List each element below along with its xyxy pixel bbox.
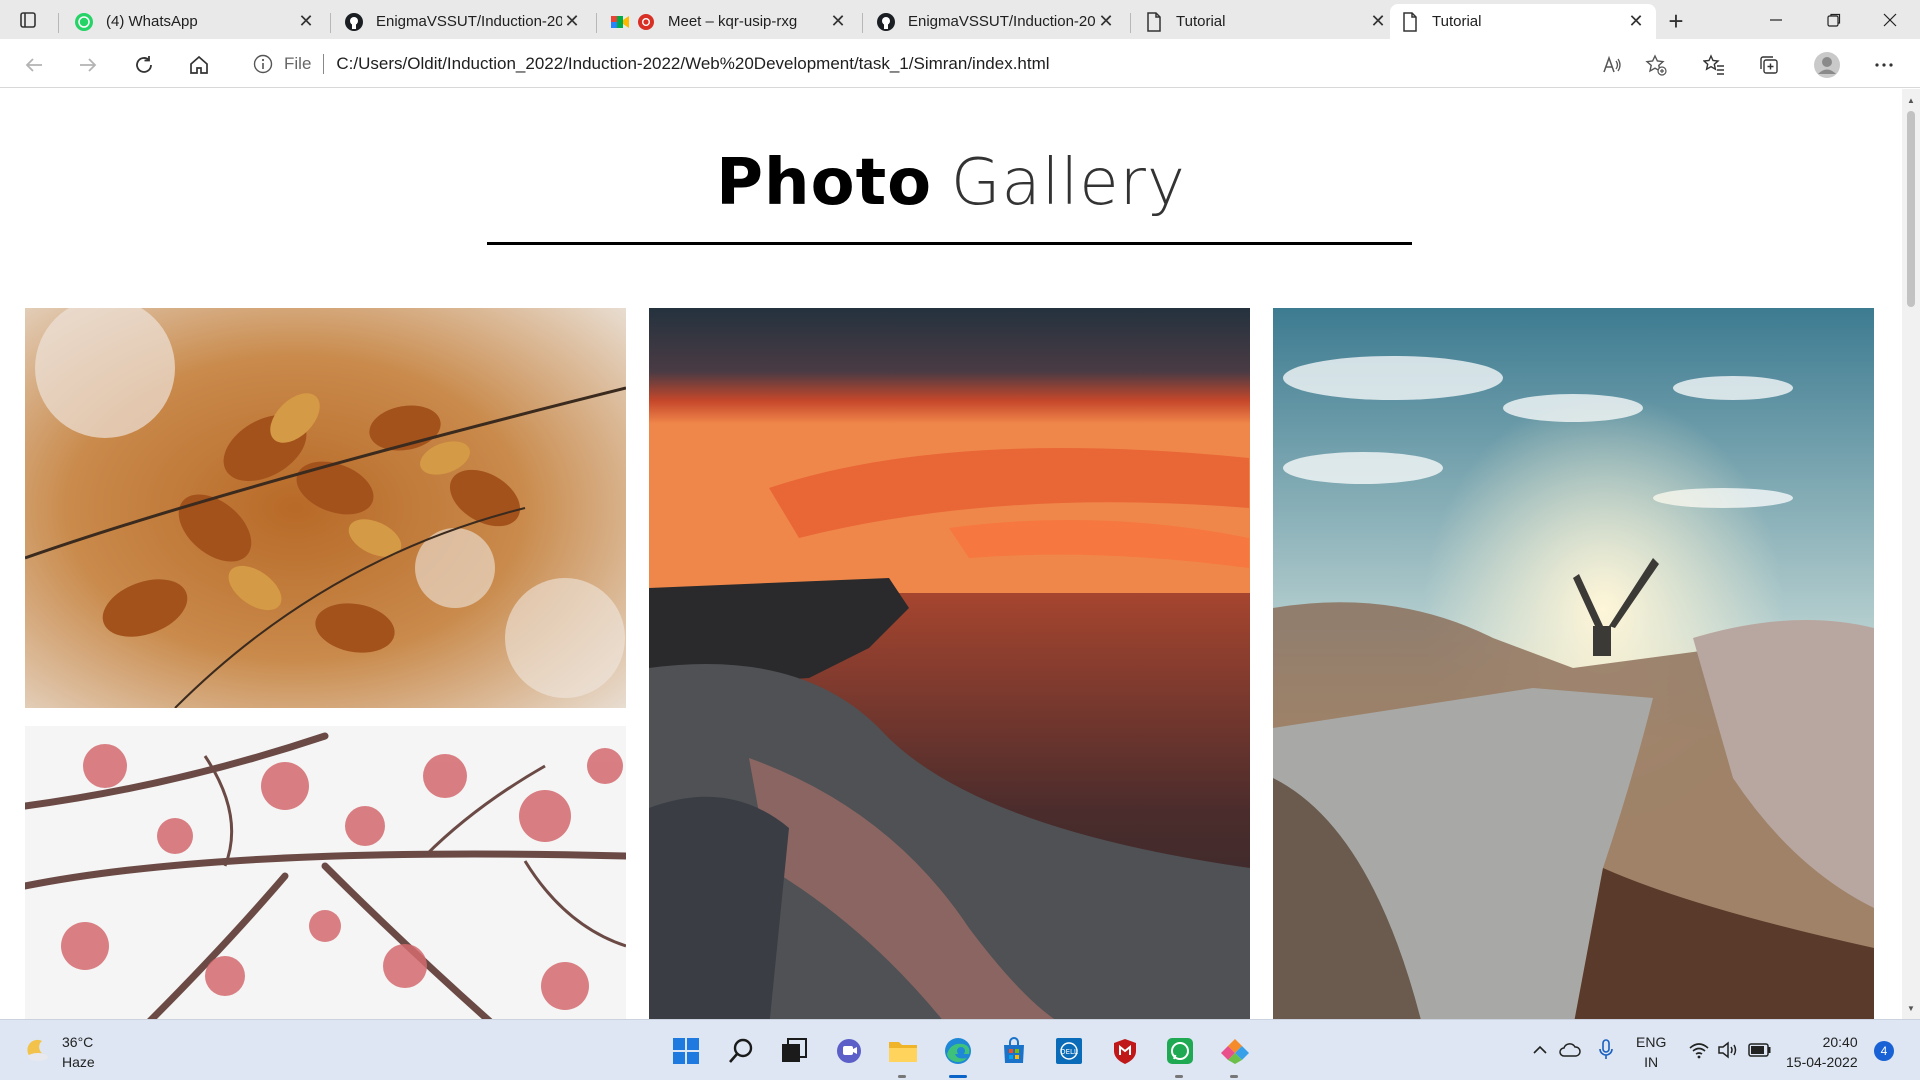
battery-icon[interactable]	[1748, 1038, 1772, 1062]
document-icon	[1400, 11, 1420, 32]
github-icon	[876, 12, 896, 32]
app-running-indicator	[898, 1075, 906, 1078]
photo-autumn-leaves[interactable]	[25, 308, 626, 708]
add-favorite-icon[interactable]	[1640, 49, 1672, 81]
address-bar[interactable]: File C:/Users/Oldit/Induction_2022/Induc…	[236, 45, 1672, 82]
windows-taskbar: 36°C Haze DELL ENG IN 20:40 15-04-2022 4	[0, 1019, 1920, 1080]
close-window-button[interactable]	[1862, 0, 1918, 39]
refresh-button[interactable]	[128, 49, 160, 81]
favorites-icon[interactable]	[1698, 49, 1730, 81]
tab-whatsapp[interactable]: (4) WhatsApp ✕	[64, 4, 326, 39]
start-button[interactable]	[669, 1034, 703, 1068]
tab-strip: (4) WhatsApp ✕ EnigmaVSSUT/Induction-20 …	[0, 0, 1920, 39]
onedrive-cloud-icon[interactable]	[1558, 1038, 1582, 1062]
tab-separator	[1130, 13, 1131, 33]
new-tab-button[interactable]: +	[1662, 6, 1690, 36]
scrollbar-thumb[interactable]	[1907, 111, 1915, 307]
tab-title: EnigmaVSSUT/Induction-20	[376, 13, 562, 30]
weather-moon-icon	[24, 1037, 50, 1068]
address-url[interactable]: C:/Users/Oldit/Induction_2022/Induction-…	[336, 54, 1049, 74]
page-title: Photo Gallery	[0, 145, 1902, 220]
tab-separator	[330, 13, 331, 33]
tab-title: Tutorial	[1176, 13, 1226, 30]
tab-github-2[interactable]: EnigmaVSSUT/Induction-20 ✕	[866, 4, 1126, 39]
close-icon[interactable]: ✕	[1626, 11, 1646, 32]
scroll-down-arrow-icon[interactable]: ▼	[1902, 1001, 1920, 1015]
teams-chat-icon[interactable]	[832, 1034, 866, 1068]
read-aloud-icon[interactable]	[1596, 49, 1628, 81]
scroll-up-arrow-icon[interactable]: ▲	[1902, 93, 1920, 107]
info-icon[interactable]	[252, 53, 274, 75]
collections-icon[interactable]	[1753, 49, 1785, 81]
tab-separator	[862, 13, 863, 33]
close-icon[interactable]: ✕	[1096, 11, 1116, 32]
system-clock[interactable]: 20:40 15-04-2022	[1786, 1032, 1858, 1072]
edge-browser-icon[interactable]	[941, 1034, 975, 1078]
task-view-icon[interactable]	[777, 1034, 811, 1068]
tab-google-meet[interactable]: Meet – kqr-usip-rxg ✕	[600, 4, 858, 39]
address-scheme-label: File	[284, 53, 312, 73]
close-icon[interactable]: ✕	[296, 11, 316, 32]
tab-separator	[596, 13, 597, 33]
address-divider	[323, 53, 325, 74]
tab-github-1[interactable]: EnigmaVSSUT/Induction-20 ✕	[334, 4, 592, 39]
google-meet-icon	[610, 12, 656, 32]
app-running-indicator	[1175, 1075, 1183, 1078]
more-options-icon[interactable]	[1868, 49, 1900, 81]
svg-text:DELL: DELL	[1060, 1048, 1078, 1056]
page-title-bold: Photo	[716, 146, 933, 220]
tab-title: (4) WhatsApp	[106, 13, 198, 30]
weather-temperature: 36°C	[62, 1034, 94, 1050]
tab-separator	[58, 13, 59, 33]
app-active-indicator	[949, 1075, 967, 1078]
app-running-indicator	[1230, 1075, 1238, 1078]
weather-widget[interactable]: 36°C Haze	[24, 1032, 95, 1072]
title-underline	[487, 242, 1412, 245]
page-title-light: Gallery	[950, 146, 1186, 220]
volume-icon[interactable]	[1716, 1038, 1740, 1062]
tab-actions-icon[interactable]	[16, 8, 40, 32]
web-page: Photo Gallery	[0, 89, 1902, 1019]
browser-toolbar: File C:/Users/Oldit/Induction_2022/Induc…	[0, 39, 1920, 88]
whatsapp-icon	[74, 12, 94, 32]
whatsapp-taskbar-icon[interactable]	[1163, 1034, 1197, 1078]
photo-pink-blossom[interactable]	[25, 726, 626, 1019]
region-code: IN	[1644, 1054, 1659, 1070]
close-icon[interactable]: ✕	[562, 11, 582, 32]
page-scrollbar[interactable]: ▲ ▼	[1902, 89, 1920, 1019]
github-icon	[344, 12, 364, 32]
profile-avatar[interactable]	[1811, 49, 1843, 81]
minimize-button[interactable]	[1748, 0, 1804, 39]
clock-time: 20:40	[1822, 1034, 1858, 1050]
close-icon[interactable]: ✕	[828, 11, 848, 32]
clock-date: 15-04-2022	[1786, 1054, 1858, 1070]
back-button[interactable]	[18, 49, 50, 81]
photo-handstand-cliff[interactable]	[1273, 308, 1874, 1019]
tab-title: Meet – kqr-usip-rxg	[668, 13, 798, 30]
language-indicator[interactable]: ENG IN	[1636, 1032, 1666, 1072]
language-code: ENG	[1636, 1034, 1667, 1050]
weather-description: Haze	[62, 1054, 95, 1070]
colorful-app-icon[interactable]	[1218, 1034, 1252, 1078]
mcafee-icon[interactable]	[1108, 1034, 1142, 1068]
file-explorer-icon[interactable]	[886, 1034, 920, 1078]
document-icon	[1144, 11, 1164, 32]
chevron-up-icon[interactable]	[1528, 1038, 1552, 1062]
microphone-icon[interactable]	[1594, 1038, 1618, 1062]
tab-title: Tutorial	[1432, 13, 1482, 30]
tab-title: EnigmaVSSUT/Induction-20	[908, 13, 1096, 30]
home-button[interactable]	[183, 49, 215, 81]
notification-badge[interactable]: 4	[1874, 1041, 1894, 1061]
tab-tutorial-1[interactable]: Tutorial ✕	[1134, 4, 1398, 39]
microsoft-store-icon[interactable]	[997, 1034, 1031, 1068]
tab-tutorial-active[interactable]: Tutorial ✕	[1390, 4, 1656, 39]
close-icon[interactable]: ✕	[1368, 11, 1388, 32]
photo-sunset-cliffs[interactable]	[649, 308, 1250, 1019]
restore-button[interactable]	[1806, 0, 1862, 39]
search-icon[interactable]	[724, 1034, 758, 1068]
wifi-icon[interactable]	[1687, 1038, 1711, 1062]
dell-icon[interactable]: DELL	[1052, 1034, 1086, 1068]
forward-button[interactable]	[72, 49, 104, 81]
